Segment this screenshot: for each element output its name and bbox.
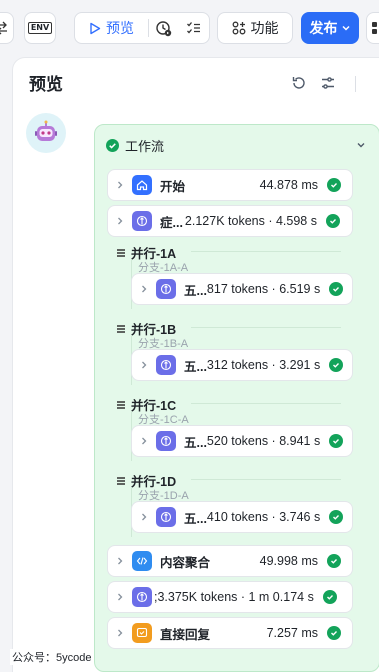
top-toolbar: ENV 预览 功能 发布 [0, 10, 379, 46]
chevron-right-icon [108, 628, 132, 638]
workflow-node-parallel-1c[interactable]: 五... 520 tokens · 8.941 s [131, 425, 353, 457]
workflow-node-reply[interactable]: 直接回复 7.257 ms [107, 617, 353, 649]
node-name: 内容聚合 [160, 555, 211, 570]
parallel-divider [191, 403, 341, 404]
grid-plus-icon [232, 21, 245, 35]
node-stats: 410 tokens · 3.746 s [206, 510, 321, 524]
check-circle-icon [329, 510, 344, 524]
node-stats: 44.878 ms [259, 178, 318, 192]
code-icon [132, 551, 152, 571]
node-name: 五... [184, 435, 207, 450]
partial-left-button[interactable] [0, 12, 14, 44]
history-icon [156, 20, 172, 36]
chevron-right-icon [108, 180, 132, 190]
chevron-right-icon [132, 512, 156, 522]
publish-button[interactable]: 发布 [301, 12, 359, 44]
function-button[interactable]: 功能 [217, 12, 293, 44]
publish-label: 发布 [309, 20, 338, 36]
chevron-right-icon [132, 436, 156, 446]
parallel-divider [191, 327, 341, 328]
check-circle-icon [329, 282, 344, 296]
watermark-text: 公众号：5ycode [10, 649, 94, 665]
llm-icon [132, 211, 152, 231]
refresh-button[interactable] [290, 74, 308, 92]
chevron-down-icon [357, 143, 365, 148]
refresh-icon [292, 77, 305, 89]
play-icon [90, 22, 101, 34]
node-name: 症... [160, 215, 183, 230]
checklist-button[interactable] [179, 13, 209, 43]
workflow-node-llm[interactable]: 症... 2.127K tokens · 4.598 s [107, 205, 353, 237]
env-icon: ENV [27, 22, 53, 34]
parallel-divider [191, 251, 341, 252]
workflow-node-aggregate[interactable]: 内容聚合 49.998 ms [107, 545, 353, 577]
check-circle-icon [329, 434, 344, 448]
node-stats: 312 tokens · 3.291 s [206, 358, 321, 372]
node-name: 直接回复 [160, 627, 211, 642]
node-stats: 7.257 ms [266, 626, 318, 640]
checklist-icon [187, 21, 200, 33]
swap-icon [0, 21, 7, 35]
node-name: 五... [184, 283, 207, 298]
workflow-title: 工作流 [125, 139, 165, 154]
node-name: 五... [184, 359, 207, 374]
header-divider [355, 76, 356, 92]
run-history-button[interactable] [149, 13, 179, 43]
chevron-right-icon [132, 360, 156, 370]
panel-title: 预览 [29, 75, 63, 94]
node-stats: 520 tokens · 8.941 s [206, 434, 321, 448]
chevron-right-icon [132, 284, 156, 294]
chevron-right-icon [108, 592, 132, 602]
preview-label: 预览 [106, 20, 134, 36]
chevron-down-icon [341, 25, 350, 31]
llm-icon [132, 587, 152, 607]
node-name: 开始 [160, 179, 186, 194]
llm-icon [156, 431, 176, 451]
function-label: 功能 [250, 20, 279, 36]
workflow-node-parallel-1d[interactable]: 五... 410 tokens · 3.746 s [131, 501, 353, 533]
check-circle-icon [322, 590, 337, 604]
workflow-node-parallel-1a[interactable]: 五... 817 tokens · 6.519 s [131, 273, 353, 305]
parallel-icon [117, 324, 125, 333]
sliders-icon [322, 77, 334, 89]
check-circle-icon [327, 554, 341, 568]
llm-icon [156, 355, 176, 375]
parallel-icon [117, 400, 125, 409]
preview-panel: 预览 工作流 开始 44.878 ms 症... 2.127K tokens ·… [13, 58, 379, 672]
check-circle-icon [327, 178, 341, 192]
workflow-node-start[interactable]: 开始 44.878 ms [107, 169, 353, 201]
check-circle-icon [327, 626, 341, 640]
llm-icon [156, 279, 176, 299]
avatar [26, 113, 66, 153]
collapse-button[interactable] [355, 138, 367, 156]
node-stats: ;3.375K tokens · 1 m 0.174 s [154, 590, 314, 604]
check-circle-icon [106, 139, 119, 152]
node-stats: 49.998 ms [259, 554, 318, 568]
llm-icon [156, 507, 176, 527]
chevron-right-icon [108, 216, 132, 226]
check-circle-icon [325, 214, 340, 228]
robot-icon [35, 120, 57, 141]
check-circle-icon [329, 358, 344, 372]
parallel-icon [117, 248, 125, 257]
workflow-header[interactable]: 工作流 [106, 136, 164, 155]
workflow-card: 工作流 开始 44.878 ms 症... 2.127K tokens · 4.… [94, 124, 379, 672]
node-stats: 2.127K tokens · 4.598 s [184, 214, 317, 228]
variables-button[interactable] [319, 74, 337, 92]
reply-icon [132, 623, 152, 643]
env-button[interactable]: ENV [24, 12, 56, 44]
node-stats: 817 tokens · 6.519 s [206, 282, 321, 296]
parallel-divider [191, 479, 341, 480]
chevron-right-icon [108, 556, 132, 566]
app-icon [372, 22, 377, 34]
partial-right-button[interactable] [366, 12, 379, 44]
workflow-node-llm-summary[interactable]: ;3.375K tokens · 1 m 0.174 s [107, 581, 353, 613]
home-icon [132, 175, 152, 195]
node-name: 五... [184, 511, 207, 526]
run-controls-group: 预览 [74, 12, 210, 44]
workflow-node-parallel-1b[interactable]: 五... 312 tokens · 3.291 s [131, 349, 353, 381]
preview-button[interactable]: 预览 [76, 13, 148, 43]
parallel-icon [117, 476, 125, 485]
